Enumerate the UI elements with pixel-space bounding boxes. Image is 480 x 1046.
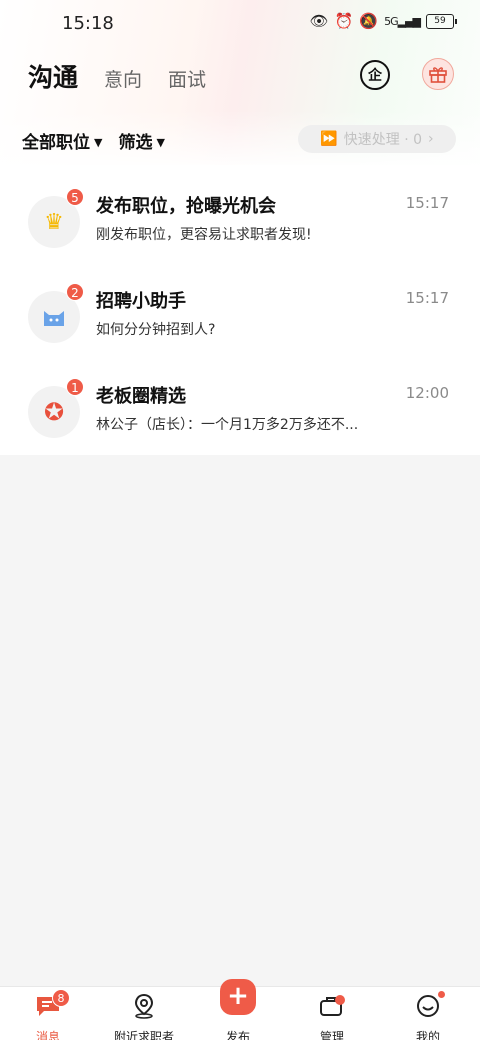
notification-dot xyxy=(438,991,445,998)
nav-item-me[interactable]: 我的 xyxy=(388,987,468,1046)
location-icon xyxy=(129,992,159,1020)
briefcase-icon xyxy=(317,992,347,1020)
quick-icon: ⏩ xyxy=(320,131,338,147)
list-item[interactable]: ♛ 5 发布职位，抢曝光机会 刚发布职位，更容易让求职者发现! 15:17 xyxy=(0,188,480,282)
location-icon-graphic xyxy=(134,993,154,1019)
battery-icon: 59 xyxy=(426,13,457,29)
nav-item-manage[interactable]: 管理 xyxy=(292,987,372,1046)
filter-dropdown[interactable]: 筛选 ▼ xyxy=(118,128,164,153)
tab-interview[interactable]: 面试 xyxy=(168,65,206,92)
nav-badge: 8 xyxy=(52,989,70,1007)
caret-down-icon: ▼ xyxy=(156,136,165,149)
message-time: 15:17 xyxy=(405,289,449,307)
all-positions-dropdown[interactable]: 全部职位 ▼ xyxy=(22,128,102,153)
bottom-nav: 8 消息 附近求职者 + 发布 管理 我的 xyxy=(0,979,480,1046)
filter-bar: 全部职位 ▼ 筛选 ▼ xyxy=(22,128,165,153)
list-item[interactable]: ✪ 1 老板圈精选 林公子（店长）：一个月1万多2万多还不... 12:00 xyxy=(0,378,480,472)
eye-icon: 👁 xyxy=(309,12,329,30)
status-time: 15:18 xyxy=(62,13,114,34)
message-time: 15:17 xyxy=(405,194,449,212)
mute-icon: 🔕 xyxy=(359,12,379,30)
message-preview: 林公子（店长）：一个月1万多2万多还不... xyxy=(96,417,359,433)
gift-icon-graphic xyxy=(429,67,447,83)
message-title: 老板圈精选 xyxy=(96,386,186,407)
signal-icon: 5G▂▄▆ xyxy=(384,14,421,28)
tab-communication[interactable]: 沟通 xyxy=(28,58,78,94)
enterprise-icon[interactable]: 企 xyxy=(360,60,390,90)
unread-badge: 1 xyxy=(66,378,84,396)
nav-item-messages[interactable]: 8 消息 xyxy=(8,987,88,1046)
list-item[interactable]: 2 招聘小助手 如何分分钟招到人? 15:17 xyxy=(0,283,480,377)
message-title: 招聘小助手 xyxy=(96,291,186,312)
quick-process-button[interactable]: ⏩ 快速处理 · 0 › xyxy=(298,125,456,153)
gift-icon[interactable] xyxy=(422,58,454,90)
smile-icon-graphic xyxy=(417,995,439,1017)
caret-down-icon: ▼ xyxy=(94,136,103,149)
top-tabs: 沟通 意向 面试 xyxy=(28,58,206,94)
plus-icon: + xyxy=(220,979,256,1015)
home-indicator-area xyxy=(0,1040,480,1046)
tab-intention[interactable]: 意向 xyxy=(104,65,142,92)
message-title: 发布职位，抢曝光机会 xyxy=(96,196,276,217)
unread-badge: 2 xyxy=(66,283,84,301)
message-time: 12:00 xyxy=(405,384,449,402)
nav-item-nearby[interactable]: 附近求职者 xyxy=(104,987,184,1046)
status-icons: 👁 ⏰ 🔕 5G▂▄▆ 59 xyxy=(309,12,457,30)
nav-item-publish[interactable]: + 发布 xyxy=(198,979,278,1046)
chevron-right-icon: › xyxy=(428,131,434,147)
alarm-icon: ⏰ xyxy=(334,12,354,30)
message-preview: 如何分分钟招到人? xyxy=(96,322,216,338)
cat-icon-graphic xyxy=(44,311,64,326)
message-preview: 刚发布职位，更容易让求职者发现! xyxy=(96,227,312,243)
briefcase-icon-graphic xyxy=(320,995,345,1016)
unread-badge: 5 xyxy=(66,188,84,206)
